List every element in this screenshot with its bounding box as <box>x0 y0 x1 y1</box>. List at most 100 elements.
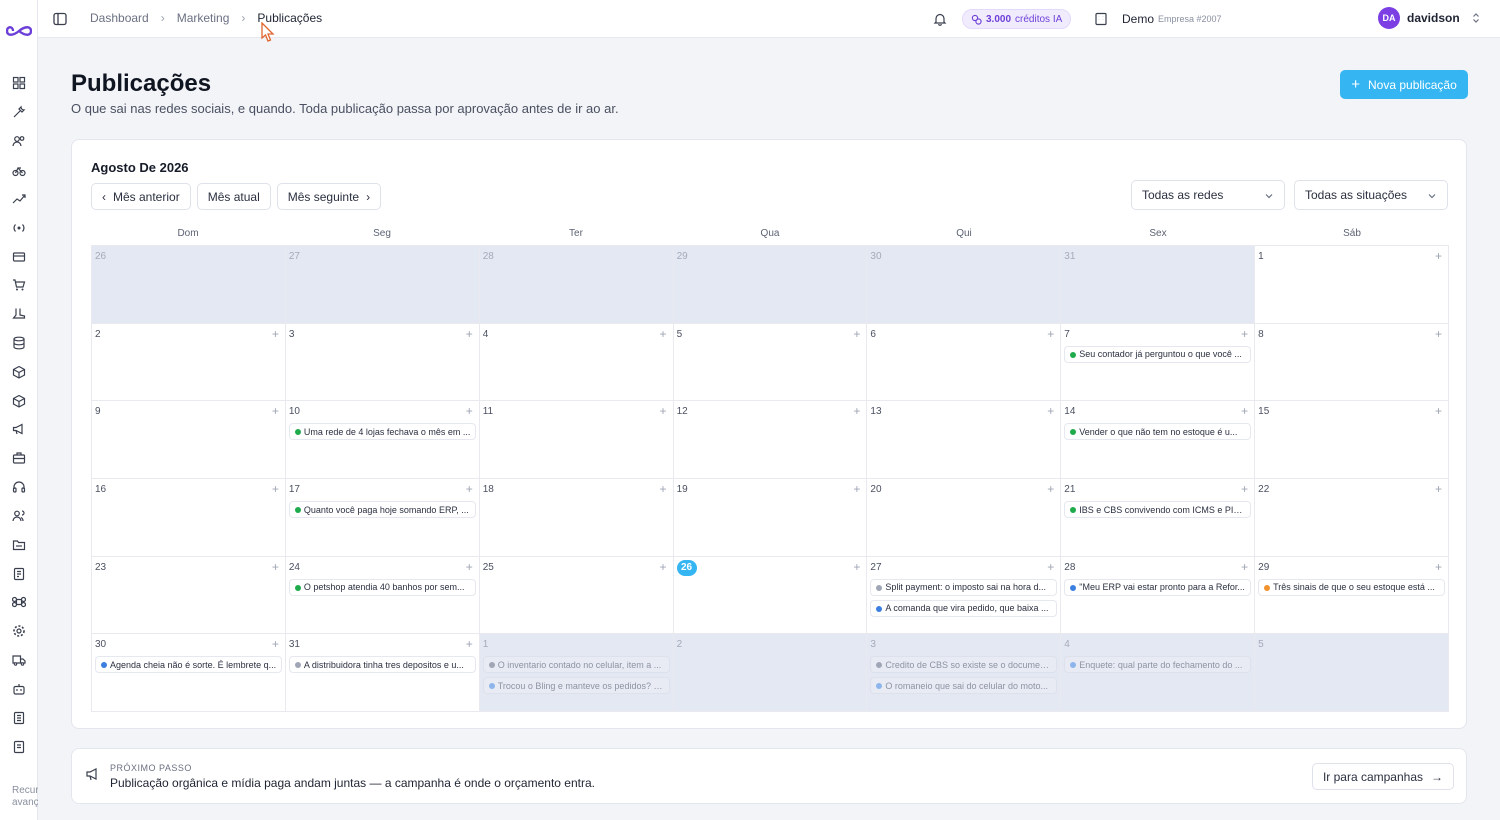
calendar-day-cell[interactable]: 4 + <box>479 323 674 402</box>
company-selector[interactable]: Demo Empresa #2007 <box>1084 6 1406 32</box>
boot-icon[interactable] <box>12 307 26 321</box>
add-publication-icon[interactable]: + <box>660 327 667 341</box>
receipt-icon[interactable] <box>12 567 26 581</box>
add-publication-icon[interactable]: + <box>466 482 473 496</box>
add-publication-icon[interactable]: + <box>466 404 473 418</box>
folder-icon[interactable] <box>12 538 26 552</box>
add-publication-icon[interactable]: + <box>1435 327 1442 341</box>
publication-event[interactable]: O petshop atendia 40 banhos por sem... <box>288 578 476 596</box>
headset-icon[interactable] <box>12 480 26 494</box>
calendar-day-cell[interactable]: 20 + <box>867 479 1062 557</box>
publication-event[interactable]: Seu contador já perguntou o que você ... <box>1064 345 1252 363</box>
ai-credits-badge[interactable]: 3.000 créditos IA <box>962 9 1072 29</box>
calendar-day-cell[interactable]: 27 <box>285 246 480 324</box>
calendar-day-cell[interactable]: 26 <box>92 246 286 324</box>
package-icon[interactable] <box>12 394 26 408</box>
publication-event[interactable]: A comanda que vira pedido, que baixa ... <box>870 599 1058 617</box>
calendar-day-cell[interactable]: 22 + <box>1255 479 1449 557</box>
calendar-day-cell[interactable]: 2 + <box>92 323 286 402</box>
calendar-day-cell[interactable]: 11 + <box>479 401 674 480</box>
calendar-day-cell[interactable]: 18 + <box>479 479 674 557</box>
document-icon[interactable] <box>12 740 26 754</box>
add-publication-icon[interactable]: + <box>1241 404 1248 418</box>
briefcase-icon[interactable] <box>12 451 26 465</box>
calendar-day-cell[interactable]: 31 <box>1061 246 1256 324</box>
calendar-day-cell[interactable]: 12 + <box>673 401 868 480</box>
calendar-day-cell[interactable]: 28 <box>479 246 674 324</box>
contacts-icon[interactable] <box>12 509 26 523</box>
publication-event[interactable]: Split payment: o imposto sai na hora d..… <box>870 578 1058 596</box>
calendar-day-cell[interactable]: 5 + <box>673 323 868 402</box>
publication-event[interactable]: "Meu ERP vai estar pronto para a Refor..… <box>1064 578 1252 596</box>
add-publication-icon[interactable]: + <box>1435 560 1442 574</box>
command-icon[interactable] <box>12 595 26 609</box>
calendar-day-cell[interactable]: 24 + O petshop atendia 40 banhos por sem..… <box>285 556 480 635</box>
bill-icon[interactable] <box>12 711 26 725</box>
calendar-day-cell[interactable]: 29 <box>673 246 868 324</box>
calendar-day-cell[interactable]: 21 + IBS e CBS convivendo com ICMS e PIS/.… <box>1061 479 1256 557</box>
calendar-day-cell[interactable]: 25 + <box>479 556 674 635</box>
calendar-day-cell[interactable]: 23 + <box>92 556 286 635</box>
add-publication-icon[interactable]: + <box>1241 482 1248 496</box>
sidebar-footer-text[interactable]: Recur avanç <box>12 785 38 809</box>
add-publication-icon[interactable]: + <box>660 560 667 574</box>
add-publication-icon[interactable]: + <box>1241 560 1248 574</box>
add-publication-icon[interactable]: + <box>660 482 667 496</box>
go-to-campaigns-button[interactable]: Ir para campanhas → <box>1311 763 1454 790</box>
calendar-day-cell[interactable]: 29 + Três sinais de que o seu estoque está… <box>1255 556 1449 635</box>
add-publication-icon[interactable]: + <box>1435 404 1442 418</box>
calendar-day-cell[interactable]: 27 + Split payment: o imposto sai na hora … <box>867 556 1062 635</box>
add-publication-icon[interactable]: + <box>1241 327 1248 341</box>
calendar-day-cell[interactable]: 31 + A distribuidora tinha tres depositos … <box>285 634 480 713</box>
settings-icon[interactable] <box>12 624 26 638</box>
add-publication-icon[interactable]: + <box>272 327 279 341</box>
add-publication-icon[interactable]: + <box>1047 327 1054 341</box>
calendar-day-cell[interactable]: 30 + Agenda cheia não é sorte. É lembrete … <box>92 634 286 713</box>
calendar-day-cell[interactable]: 1 + <box>1255 246 1449 324</box>
calendar-day-cell[interactable]: 8 + <box>1255 323 1449 402</box>
add-publication-icon[interactable]: + <box>1047 482 1054 496</box>
cart-icon[interactable] <box>12 278 26 292</box>
calendar-day-cell[interactable]: 17 + Quanto você paga hoje somando ERP, ..… <box>285 479 480 557</box>
antenna-icon[interactable] <box>12 221 26 235</box>
new-publication-button[interactable]: + Nova publicação <box>1340 70 1468 99</box>
calendar-day-cell[interactable]: 28 + "Meu ERP vai estar pronto para a Refo… <box>1061 556 1256 635</box>
calendar-day-cell[interactable]: 26 + <box>673 556 868 635</box>
calendar-day-cell[interactable]: 1 O inventario contado no celular, item a… <box>479 634 674 713</box>
calendar-day-cell[interactable]: 6 + <box>867 323 1062 402</box>
previous-month-button[interactable]: ‹ Mês anterior <box>91 183 191 210</box>
publication-event[interactable]: Três sinais de que o seu estoque está ..… <box>1258 578 1445 596</box>
calendar-day-cell[interactable]: 19 + <box>673 479 868 557</box>
calendar-day-cell[interactable]: 3 Credito de CBS so existe se o documen..… <box>867 634 1062 713</box>
publication-event[interactable]: Vender o que não tem no estoque é u... <box>1064 423 1252 441</box>
publication-event[interactable]: O romaneio que sai do celular do moto... <box>870 677 1058 695</box>
megaphone-icon[interactable] <box>12 422 26 436</box>
add-publication-icon[interactable]: + <box>1047 404 1054 418</box>
bike-icon[interactable] <box>12 163 26 177</box>
trending-icon[interactable] <box>12 192 26 206</box>
calendar-day-cell[interactable]: 13 + <box>867 401 1062 480</box>
breadcrumb-marketing[interactable]: Marketing <box>177 11 230 25</box>
box-icon[interactable] <box>12 365 26 379</box>
add-publication-icon[interactable]: + <box>853 327 860 341</box>
bot-icon[interactable] <box>12 682 26 696</box>
add-publication-icon[interactable]: + <box>853 560 860 574</box>
add-publication-icon[interactable]: + <box>853 482 860 496</box>
calendar-day-cell[interactable]: 9 + <box>92 401 286 480</box>
calendar-day-cell[interactable]: 15 + <box>1255 401 1449 480</box>
publication-event[interactable]: A distribuidora tinha tres depositos e u… <box>288 656 476 674</box>
publication-event[interactable]: IBS e CBS convivendo com ICMS e PIS/... <box>1064 501 1252 519</box>
breadcrumb-dashboard[interactable]: Dashboard <box>90 11 149 25</box>
add-publication-icon[interactable]: + <box>272 404 279 418</box>
publication-event[interactable]: Credito de CBS so existe se o documen... <box>870 656 1058 674</box>
bell-icon[interactable] <box>933 12 947 26</box>
wrench-icon[interactable] <box>12 105 26 119</box>
calendar-day-cell[interactable]: 14 + Vender o que não tem no estoque é u..… <box>1061 401 1256 480</box>
add-publication-icon[interactable]: + <box>272 637 279 651</box>
publication-event[interactable]: Uma rede de 4 lojas fechava o mês em ... <box>288 423 476 441</box>
status-filter-select[interactable]: Todas as situações <box>1294 180 1448 210</box>
publication-event[interactable]: Quanto você paga hoje somando ERP, ... <box>288 501 476 519</box>
add-publication-icon[interactable]: + <box>466 637 473 651</box>
next-month-button[interactable]: Mês seguinte › <box>276 183 382 210</box>
calendar-day-cell[interactable]: 30 <box>867 246 1062 324</box>
